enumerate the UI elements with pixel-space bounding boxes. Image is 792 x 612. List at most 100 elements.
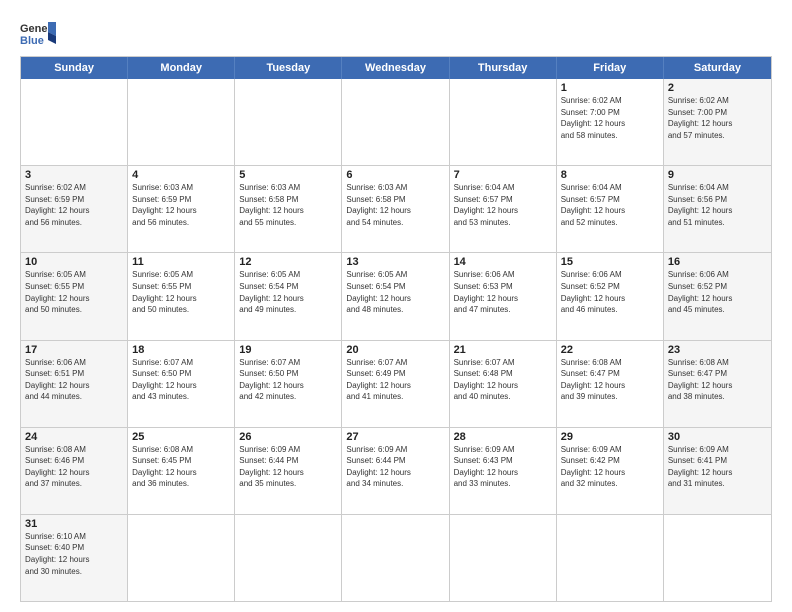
calendar-cell xyxy=(235,515,342,601)
day-number: 4 xyxy=(132,169,230,181)
calendar-row-3: 17Sunrise: 6:06 AM Sunset: 6:51 PM Dayli… xyxy=(21,340,771,427)
calendar-row-2: 10Sunrise: 6:05 AM Sunset: 6:55 PM Dayli… xyxy=(21,252,771,339)
day-number: 18 xyxy=(132,344,230,356)
day-number: 12 xyxy=(239,256,337,268)
weekday-header-sunday: Sunday xyxy=(21,57,128,79)
weekday-header-thursday: Thursday xyxy=(450,57,557,79)
calendar-cell: 16Sunrise: 6:06 AM Sunset: 6:52 PM Dayli… xyxy=(664,253,771,339)
calendar-cell: 8Sunrise: 6:04 AM Sunset: 6:57 PM Daylig… xyxy=(557,166,664,252)
day-info: Sunrise: 6:02 AM Sunset: 7:00 PM Dayligh… xyxy=(668,95,767,141)
day-number: 1 xyxy=(561,82,659,94)
calendar-cell: 22Sunrise: 6:08 AM Sunset: 6:47 PM Dayli… xyxy=(557,341,664,427)
day-number: 28 xyxy=(454,431,552,443)
calendar-cell: 10Sunrise: 6:05 AM Sunset: 6:55 PM Dayli… xyxy=(21,253,128,339)
calendar-cell: 26Sunrise: 6:09 AM Sunset: 6:44 PM Dayli… xyxy=(235,428,342,514)
day-info: Sunrise: 6:06 AM Sunset: 6:51 PM Dayligh… xyxy=(25,357,123,403)
calendar-cell: 19Sunrise: 6:07 AM Sunset: 6:50 PM Dayli… xyxy=(235,341,342,427)
day-number: 21 xyxy=(454,344,552,356)
calendar-cell: 1Sunrise: 6:02 AM Sunset: 7:00 PM Daylig… xyxy=(557,79,664,165)
weekday-header-saturday: Saturday xyxy=(664,57,771,79)
day-number: 27 xyxy=(346,431,444,443)
day-info: Sunrise: 6:06 AM Sunset: 6:52 PM Dayligh… xyxy=(561,269,659,315)
calendar-cell xyxy=(664,515,771,601)
day-number: 31 xyxy=(25,518,123,530)
day-number: 14 xyxy=(454,256,552,268)
day-info: Sunrise: 6:04 AM Sunset: 6:56 PM Dayligh… xyxy=(668,182,767,228)
calendar-cell: 31Sunrise: 6:10 AM Sunset: 6:40 PM Dayli… xyxy=(21,515,128,601)
calendar-cell: 9Sunrise: 6:04 AM Sunset: 6:56 PM Daylig… xyxy=(664,166,771,252)
calendar-cell: 23Sunrise: 6:08 AM Sunset: 6:47 PM Dayli… xyxy=(664,341,771,427)
day-info: Sunrise: 6:07 AM Sunset: 6:48 PM Dayligh… xyxy=(454,357,552,403)
calendar-cell: 20Sunrise: 6:07 AM Sunset: 6:49 PM Dayli… xyxy=(342,341,449,427)
day-number: 20 xyxy=(346,344,444,356)
day-info: Sunrise: 6:03 AM Sunset: 6:58 PM Dayligh… xyxy=(346,182,444,228)
day-number: 6 xyxy=(346,169,444,181)
weekday-header-wednesday: Wednesday xyxy=(342,57,449,79)
day-info: Sunrise: 6:06 AM Sunset: 6:52 PM Dayligh… xyxy=(668,269,767,315)
day-info: Sunrise: 6:02 AM Sunset: 7:00 PM Dayligh… xyxy=(561,95,659,141)
header: General Blue xyxy=(20,18,772,48)
calendar-cell: 3Sunrise: 6:02 AM Sunset: 6:59 PM Daylig… xyxy=(21,166,128,252)
calendar-cell xyxy=(557,515,664,601)
day-number: 26 xyxy=(239,431,337,443)
calendar-row-4: 24Sunrise: 6:08 AM Sunset: 6:46 PM Dayli… xyxy=(21,427,771,514)
day-info: Sunrise: 6:04 AM Sunset: 6:57 PM Dayligh… xyxy=(561,182,659,228)
day-number: 24 xyxy=(25,431,123,443)
day-info: Sunrise: 6:09 AM Sunset: 6:42 PM Dayligh… xyxy=(561,444,659,490)
day-number: 23 xyxy=(668,344,767,356)
day-info: Sunrise: 6:05 AM Sunset: 6:55 PM Dayligh… xyxy=(25,269,123,315)
svg-text:Blue: Blue xyxy=(20,35,44,47)
day-info: Sunrise: 6:05 AM Sunset: 6:54 PM Dayligh… xyxy=(239,269,337,315)
day-info: Sunrise: 6:08 AM Sunset: 6:45 PM Dayligh… xyxy=(132,444,230,490)
calendar-cell: 2Sunrise: 6:02 AM Sunset: 7:00 PM Daylig… xyxy=(664,79,771,165)
day-info: Sunrise: 6:10 AM Sunset: 6:40 PM Dayligh… xyxy=(25,531,123,577)
day-info: Sunrise: 6:09 AM Sunset: 6:41 PM Dayligh… xyxy=(668,444,767,490)
calendar-cell: 17Sunrise: 6:06 AM Sunset: 6:51 PM Dayli… xyxy=(21,341,128,427)
calendar-cell xyxy=(342,515,449,601)
calendar-cell: 7Sunrise: 6:04 AM Sunset: 6:57 PM Daylig… xyxy=(450,166,557,252)
calendar-cell: 13Sunrise: 6:05 AM Sunset: 6:54 PM Dayli… xyxy=(342,253,449,339)
calendar-cell: 11Sunrise: 6:05 AM Sunset: 6:55 PM Dayli… xyxy=(128,253,235,339)
day-number: 30 xyxy=(668,431,767,443)
calendar-row-5: 31Sunrise: 6:10 AM Sunset: 6:40 PM Dayli… xyxy=(21,514,771,601)
calendar-cell xyxy=(21,79,128,165)
day-number: 22 xyxy=(561,344,659,356)
day-number: 19 xyxy=(239,344,337,356)
day-number: 7 xyxy=(454,169,552,181)
calendar-cell xyxy=(235,79,342,165)
logo: General Blue xyxy=(20,18,56,48)
day-number: 10 xyxy=(25,256,123,268)
day-number: 5 xyxy=(239,169,337,181)
calendar-cell xyxy=(128,79,235,165)
day-info: Sunrise: 6:08 AM Sunset: 6:47 PM Dayligh… xyxy=(561,357,659,403)
weekday-header-friday: Friday xyxy=(557,57,664,79)
calendar-cell: 15Sunrise: 6:06 AM Sunset: 6:52 PM Dayli… xyxy=(557,253,664,339)
day-number: 2 xyxy=(668,82,767,94)
day-info: Sunrise: 6:05 AM Sunset: 6:54 PM Dayligh… xyxy=(346,269,444,315)
day-info: Sunrise: 6:06 AM Sunset: 6:53 PM Dayligh… xyxy=(454,269,552,315)
day-info: Sunrise: 6:09 AM Sunset: 6:44 PM Dayligh… xyxy=(346,444,444,490)
calendar-cell xyxy=(342,79,449,165)
day-number: 13 xyxy=(346,256,444,268)
calendar-row-1: 3Sunrise: 6:02 AM Sunset: 6:59 PM Daylig… xyxy=(21,165,771,252)
day-number: 17 xyxy=(25,344,123,356)
calendar-cell: 27Sunrise: 6:09 AM Sunset: 6:44 PM Dayli… xyxy=(342,428,449,514)
calendar-cell xyxy=(128,515,235,601)
day-info: Sunrise: 6:07 AM Sunset: 6:50 PM Dayligh… xyxy=(132,357,230,403)
calendar-cell: 12Sunrise: 6:05 AM Sunset: 6:54 PM Dayli… xyxy=(235,253,342,339)
page: General Blue SundayMondayTuesdayWednesda… xyxy=(0,0,792,612)
day-info: Sunrise: 6:09 AM Sunset: 6:43 PM Dayligh… xyxy=(454,444,552,490)
day-info: Sunrise: 6:04 AM Sunset: 6:57 PM Dayligh… xyxy=(454,182,552,228)
day-number: 3 xyxy=(25,169,123,181)
day-info: Sunrise: 6:07 AM Sunset: 6:50 PM Dayligh… xyxy=(239,357,337,403)
calendar: SundayMondayTuesdayWednesdayThursdayFrid… xyxy=(20,56,772,602)
calendar-body: 1Sunrise: 6:02 AM Sunset: 7:00 PM Daylig… xyxy=(21,79,771,601)
calendar-cell: 24Sunrise: 6:08 AM Sunset: 6:46 PM Dayli… xyxy=(21,428,128,514)
calendar-cell: 28Sunrise: 6:09 AM Sunset: 6:43 PM Dayli… xyxy=(450,428,557,514)
calendar-cell: 30Sunrise: 6:09 AM Sunset: 6:41 PM Dayli… xyxy=(664,428,771,514)
calendar-cell xyxy=(450,79,557,165)
calendar-cell: 21Sunrise: 6:07 AM Sunset: 6:48 PM Dayli… xyxy=(450,341,557,427)
day-info: Sunrise: 6:07 AM Sunset: 6:49 PM Dayligh… xyxy=(346,357,444,403)
day-number: 11 xyxy=(132,256,230,268)
calendar-cell: 25Sunrise: 6:08 AM Sunset: 6:45 PM Dayli… xyxy=(128,428,235,514)
